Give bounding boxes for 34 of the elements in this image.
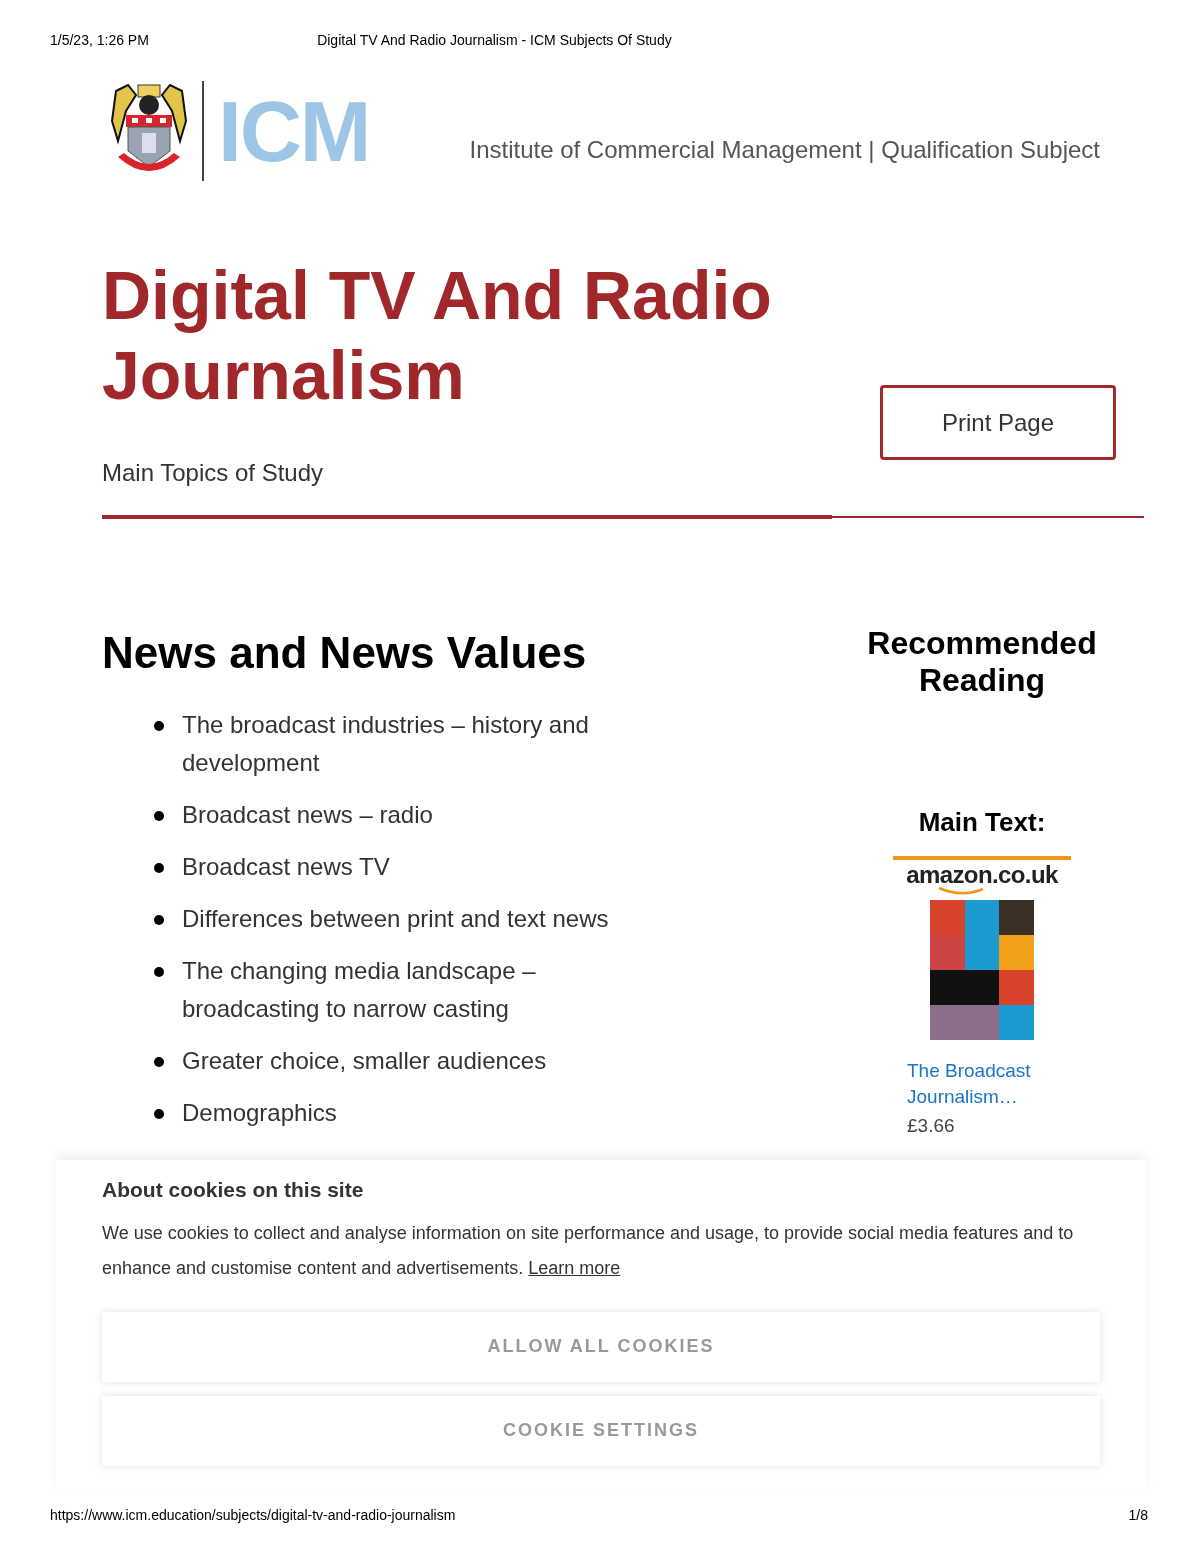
bullet-icon [154,915,164,925]
topic-item: Greater choice, smaller audiences [182,1046,548,1076]
cookie-button[interactable]: COOKIE SETTINGS [102,1395,1100,1466]
print-date: 1/5/23, 1:26 PM [50,31,149,50]
print-page-button[interactable]: Print Page [880,385,1116,460]
cookie-text: We use cookies to collect and analyse information on site performance and usage, to provide social media features and to enhance and customise content and advertisements. Learn more [102,1221,1075,1280]
cookie-title: About cookies on this site [102,1177,365,1203]
section-heading: News and News Values [102,627,588,679]
logo-text: ICM [218,88,370,174]
bullet-icon [154,1057,164,1067]
topic-item: Broadcast news TV [182,852,391,882]
print-page-title: Digital TV And Radio Journalism - ICM Subjects Of Study [317,31,672,50]
bullet-icon [154,967,164,977]
bullet-icon [154,863,164,873]
main-text-label: Main Text: [918,806,1046,839]
sidebar-heading: Recommended Reading [866,625,1098,699]
bullet-icon [154,811,164,821]
book-title-link[interactable]: The Broadcast Journalism… [907,1058,1057,1110]
print-page-number: 1/8 [1128,1506,1148,1525]
tagline: Institute of Commercial Management | Qualification Subject [469,135,1100,165]
page-subtitle: Main Topics of Study [102,458,324,488]
topic-item: Broadcast news – radio [182,800,434,830]
learn-more-link[interactable]: Learn more [528,1257,621,1278]
topic-item: The changing media landscape – broadcasting to narrow casting [182,956,537,1024]
topic-item: The broadcast industries – history and development [182,710,590,778]
store-logo: amazon.co.uk [906,860,1058,890]
page-title: Digital TV And Radio Journalism [102,256,773,415]
topic-item: Demographics [182,1098,338,1128]
cookie-button[interactable]: ALLOW ALL COOKIES [102,1311,1100,1382]
print-url: https://www.icm.education/subjects/digital-tv-and-radio-journalism [50,1506,456,1525]
bullet-icon [154,1109,164,1119]
bullet-icon [154,721,164,731]
topic-item: Differences between print and text news [182,904,610,934]
book-price: £3.66 [907,1114,956,1138]
